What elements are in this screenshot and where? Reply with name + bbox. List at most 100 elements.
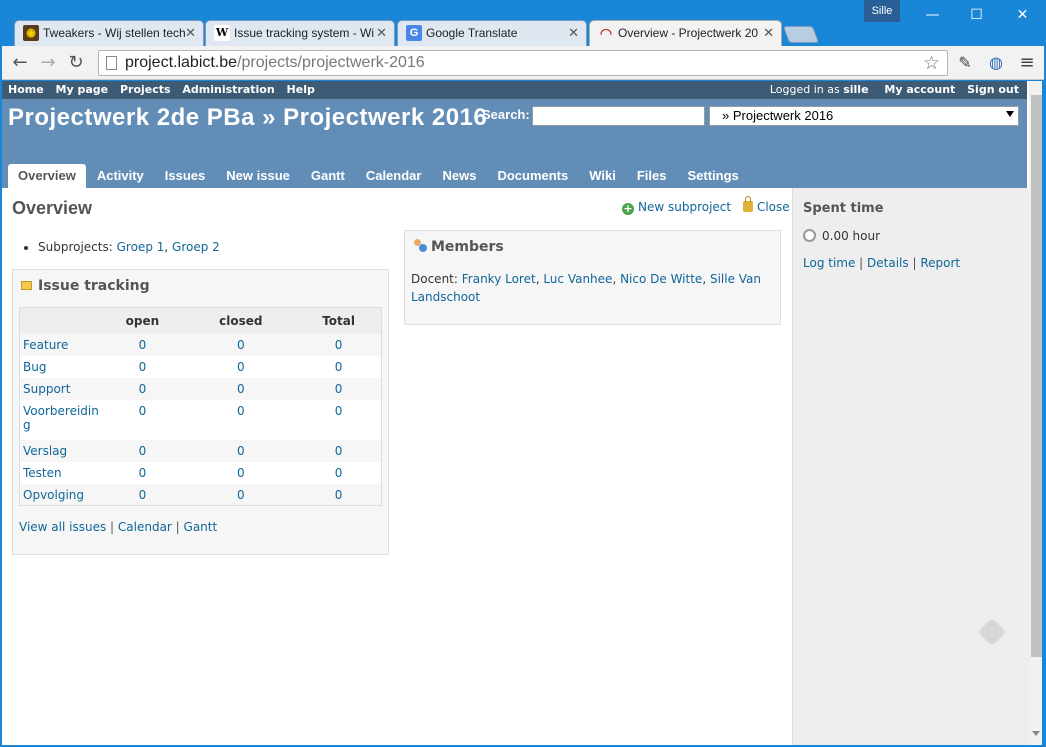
open-count-link[interactable]: 0 — [139, 382, 147, 396]
issue-tracking-heading: Issue tracking — [21, 278, 150, 294]
back-arrow-icon[interactable]: ← — [8, 51, 32, 75]
spent-time-heading: Spent time — [803, 201, 884, 216]
top-menu-projects[interactable]: Projects — [120, 83, 171, 96]
total-count-link[interactable]: 0 — [335, 404, 343, 418]
issue-tracking-box: Issue tracking open closed Total Feature — [12, 269, 389, 555]
closed-count-link[interactable]: 0 — [237, 466, 245, 480]
column-header-closed: closed — [185, 307, 297, 334]
top-menu-home[interactable]: Home — [8, 83, 44, 96]
closed-count-link[interactable]: 0 — [237, 338, 245, 352]
tracker-link[interactable]: Verslag — [23, 444, 67, 458]
maximize-button[interactable]: ☐ — [954, 0, 999, 30]
close-tab-icon[interactable]: ✕ — [568, 21, 579, 45]
view-all-issues-link[interactable]: View all issues — [19, 520, 106, 534]
title-bar: Sille — ☐ ✕ ◉ Tweakers - Wij stellen tec… — [0, 0, 1046, 46]
total-count-link[interactable]: 0 — [335, 488, 343, 502]
contextual-actions: + New subproject Close — [622, 196, 790, 215]
open-count-link[interactable]: 0 — [139, 444, 147, 458]
open-count-link[interactable]: 0 — [139, 360, 147, 374]
tab-settings[interactable]: Settings — [677, 164, 748, 188]
browser-tab-overview[interactable]: ◠ Overview - Projectwerk 20 ✕ — [589, 20, 782, 46]
page-icon — [106, 56, 117, 70]
closed-count-link[interactable]: 0 — [237, 382, 245, 396]
browser-window: Sille — ☐ ✕ ◉ Tweakers - Wij stellen tec… — [0, 0, 1046, 747]
logged-in-user[interactable]: sille — [843, 83, 868, 96]
browser-tab-wikipedia[interactable]: W Issue tracking system - Wi ✕ — [205, 20, 395, 46]
close-tab-icon[interactable]: ✕ — [763, 21, 774, 45]
close-tab-icon[interactable]: ✕ — [185, 21, 196, 45]
members-title: Members — [431, 239, 504, 255]
report-link[interactable]: Report — [920, 256, 960, 270]
closed-count-link[interactable]: 0 — [237, 488, 245, 502]
group-icon — [413, 239, 427, 252]
project-jump-select[interactable]: » Projectwerk 2016 — [709, 106, 1019, 126]
tracker-link[interactable]: Voorbereiding — [23, 404, 99, 432]
close-project-link[interactable]: Close — [757, 200, 790, 214]
total-count-link[interactable]: 0 — [335, 466, 343, 480]
forward-arrow-icon[interactable]: → — [36, 51, 60, 75]
tracker-link[interactable]: Feature — [23, 338, 68, 352]
scroll-down-arrow-icon[interactable] — [1032, 731, 1040, 736]
browser-tab-tweakers[interactable]: ◉ Tweakers - Wij stellen tech ✕ — [14, 20, 204, 46]
tracker-link[interactable]: Bug — [23, 360, 46, 374]
total-count-link[interactable]: 0 — [335, 444, 343, 458]
minimize-button[interactable]: — — [910, 0, 955, 30]
tab-activity[interactable]: Activity — [87, 164, 154, 188]
tracker-link[interactable]: Support — [23, 382, 70, 396]
browser-tab-google-translate[interactable]: G Google Translate ✕ — [397, 20, 587, 46]
tab-gantt[interactable]: Gantt — [301, 164, 355, 188]
reload-icon[interactable]: ↻ — [64, 51, 88, 75]
open-count-link[interactable]: 0 — [139, 466, 147, 480]
total-count-link[interactable]: 0 — [335, 360, 343, 374]
tab-files[interactable]: Files — [627, 164, 677, 188]
closed-count-link[interactable]: 0 — [237, 360, 245, 374]
vertical-scrollbar[interactable] — [1029, 81, 1042, 745]
top-menu-sign-out[interactable]: Sign out — [967, 83, 1019, 96]
tab-new-issue[interactable]: New issue — [216, 164, 300, 188]
top-menu-my-page[interactable]: My page — [56, 83, 109, 96]
tab-overview[interactable]: Overview — [8, 164, 86, 188]
tab-wiki[interactable]: Wiki — [579, 164, 626, 188]
open-count-link[interactable]: 0 — [139, 404, 147, 418]
browser-menu-icon[interactable]: ≡ — [1015, 51, 1039, 75]
eyedropper-extension-icon[interactable]: ✎ — [953, 51, 977, 75]
table-row: Feature 0 0 0 — [19, 333, 382, 356]
address-bar[interactable]: project.labict.be/projects/projectwerk-2… — [98, 50, 948, 76]
open-count-link[interactable]: 0 — [139, 338, 147, 352]
open-count-link[interactable]: 0 — [139, 488, 147, 502]
search-input[interactable] — [532, 106, 705, 126]
profile-button[interactable]: Sille — [864, 0, 900, 22]
calendar-link[interactable]: Calendar — [118, 520, 172, 534]
tab-calendar[interactable]: Calendar — [356, 164, 432, 188]
gantt-link[interactable]: Gantt — [184, 520, 218, 534]
scrollbar-thumb[interactable] — [1031, 95, 1042, 657]
new-tab-button[interactable] — [782, 26, 820, 43]
tab-issues[interactable]: Issues — [155, 164, 215, 188]
member-link[interactable]: Luc Vanhee — [543, 272, 612, 286]
total-count-link[interactable]: 0 — [335, 382, 343, 396]
subproject-link-groep-1[interactable]: Groep 1 — [117, 240, 165, 254]
spent-time-value: 0.00 hour — [803, 229, 880, 243]
tab-news[interactable]: News — [432, 164, 486, 188]
member-link[interactable]: Franky Loret — [462, 272, 536, 286]
address-path: /projects/projectwerk-2016 — [237, 54, 425, 71]
details-link[interactable]: Details — [867, 256, 909, 270]
tracker-link[interactable]: Opvolging — [23, 488, 84, 502]
tracker-link[interactable]: Testen — [23, 466, 62, 480]
member-link[interactable]: Nico De Witte — [620, 272, 702, 286]
tab-documents[interactable]: Documents — [487, 164, 578, 188]
total-count-link[interactable]: 0 — [335, 338, 343, 352]
close-window-button[interactable]: ✕ — [1000, 0, 1045, 30]
log-time-link[interactable]: Log time — [803, 256, 855, 270]
new-subproject-link[interactable]: New subproject — [638, 200, 731, 214]
bookmark-star-icon[interactable]: ☆ — [923, 51, 940, 75]
top-menu-administration[interactable]: Administration — [182, 83, 274, 96]
top-menu-help[interactable]: Help — [287, 83, 315, 96]
closed-count-link[interactable]: 0 — [237, 444, 245, 458]
top-menu-my-account[interactable]: My account — [884, 83, 955, 96]
members-list: Docent: Franky Loret, Luc Vanhee, Nico D… — [411, 272, 762, 304]
subproject-link-groep-2[interactable]: Groep 2 — [172, 240, 220, 254]
closed-count-link[interactable]: 0 — [237, 404, 245, 418]
close-tab-icon[interactable]: ✕ — [376, 21, 387, 45]
globe-extension-icon[interactable]: ◍ — [984, 51, 1008, 75]
